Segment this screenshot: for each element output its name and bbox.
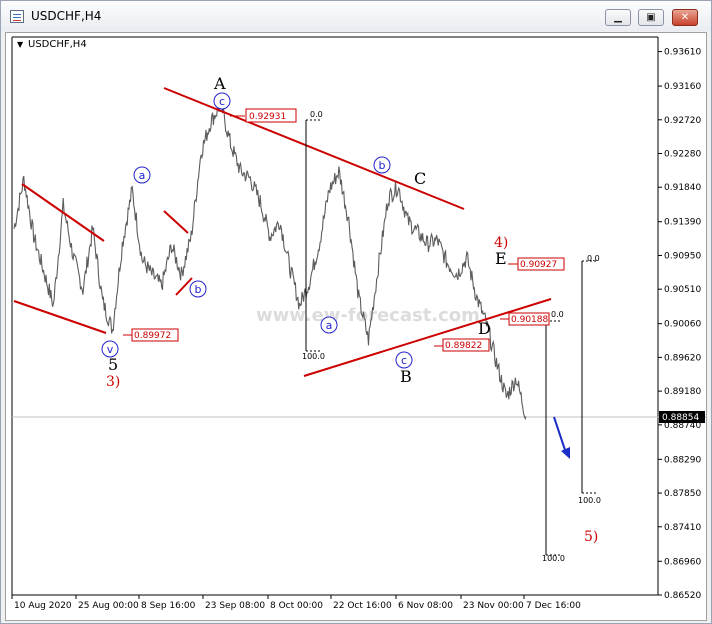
x-tick-label: 23 Nov 00:00 <box>463 601 524 611</box>
circle-b-left-text: b <box>195 283 202 296</box>
chart-symbol-label: USDCHF,H4 <box>28 39 87 50</box>
x-tick-label: 7 Dec 16:00 <box>526 601 581 611</box>
circle-v-text: v <box>107 343 114 356</box>
chart-area[interactable]: ▼ USDCHF,H4 www.ew-forecast.com 0.0 100.… <box>5 32 707 621</box>
symbol-triangle: ▼ <box>17 40 24 49</box>
circle-c-top-text: c <box>219 95 225 108</box>
wave-label-5-target: 5) <box>584 529 598 545</box>
price-series <box>13 97 527 421</box>
x-tick-label: 25 Aug 00:00 <box>78 601 139 611</box>
price-box-a-text: 0.92931 <box>249 112 286 122</box>
price-box-e-text: 0.90927 <box>520 260 557 270</box>
x-tick-label: 8 Oct 00:00 <box>270 601 323 611</box>
wave-label-4: 4) <box>494 235 508 251</box>
fib-label-2: 0.0 <box>551 310 564 319</box>
trendline-lower-left <box>13 300 107 334</box>
y-tick-label: 0.87850 <box>664 489 701 499</box>
title-bar[interactable]: USDCHF,H4 ▁ ▣ ✕ <box>1 1 711 31</box>
y-tick-label: 0.91390 <box>664 218 701 228</box>
wave-label-5: 5 <box>108 355 118 374</box>
circle-a-mid-text: a <box>326 319 333 332</box>
price-box-5-text: 0.89972 <box>134 331 171 341</box>
circle-a-left-text: a <box>139 169 146 182</box>
forecast-arrow <box>553 416 570 459</box>
window-title: USDCHF,H4 <box>31 9 102 23</box>
y-tick-label: 0.88290 <box>664 455 701 465</box>
y-tick-label: 0.92280 <box>664 150 701 160</box>
y-tick-label: 0.92720 <box>664 116 701 126</box>
x-tick-label: 22 Oct 16:00 <box>333 601 392 611</box>
price-chart: ▼ USDCHF,H4 www.ew-forecast.com 0.0 100.… <box>11 36 706 611</box>
chart-window: USDCHF,H4 ▁ ▣ ✕ ▼ USDCHF,H4 www.ew-forec… <box>0 0 712 624</box>
price-axis: 0.93610 0.93160 0.92720 0.92280 0.91840 0.913… <box>658 48 701 601</box>
minimize-button[interactable]: ▁ <box>605 9 631 26</box>
circle-c-mid-text: c <box>401 354 407 367</box>
y-tick-label: 0.89620 <box>664 353 701 363</box>
y-tick-label: 0.89180 <box>664 387 701 397</box>
y-tick-label: 0.90510 <box>664 285 701 295</box>
fib-label-0: 0.0 <box>310 110 323 119</box>
x-tick-label: 8 Sep 16:00 <box>141 601 196 611</box>
fib-label-3: 100.0 <box>542 554 565 563</box>
time-axis: 10 Aug 2020 25 Aug 00:00 8 Sep 16:00 23 Sep… <box>11 595 581 611</box>
x-tick-label: 6 Nov 08:00 <box>398 601 453 611</box>
circle-b-mid-text: b <box>379 159 386 172</box>
close-button[interactable]: ✕ <box>672 9 698 26</box>
y-tick-label: 0.90060 <box>664 320 701 330</box>
fib-label-5: 100.0 <box>578 496 601 505</box>
x-tick-label: 10 Aug 2020 <box>14 601 72 611</box>
price-box-b-text: 0.89822 <box>445 341 482 351</box>
trendline-triangle-upper <box>163 87 465 210</box>
price-line <box>13 97 527 421</box>
y-tick-label: 0.86520 <box>664 591 701 601</box>
fib-labels: 0.0 100.0 0.0 100.0 0.0 100.0 <box>302 110 601 563</box>
wave-label-A: A <box>213 74 226 93</box>
y-tick-label: 0.87410 <box>664 523 701 533</box>
wave-trendlines <box>13 87 552 377</box>
maximize-button[interactable]: ▣ <box>638 9 664 26</box>
trendline-small-a <box>163 210 189 234</box>
watermark-text: www.ew-forecast.com <box>256 305 480 326</box>
y-tick-label: 0.93610 <box>664 48 701 58</box>
fib-lines <box>305 119 598 556</box>
chart-window-icon <box>10 10 24 23</box>
wave-label-B: B <box>400 367 412 386</box>
current-price-text: 0.88854 <box>662 413 699 423</box>
y-tick-label: 0.90950 <box>664 251 701 261</box>
fib-label-4: 0.0 <box>587 254 600 263</box>
y-tick-label: 0.86960 <box>664 557 701 567</box>
wave-label-E: E <box>495 249 507 268</box>
wave-label-D: D <box>478 319 491 338</box>
trendline-upper-left <box>21 183 105 242</box>
wave-label-C: C <box>414 169 426 188</box>
y-tick-label: 0.93160 <box>664 82 701 92</box>
x-tick-label: 23 Sep 08:00 <box>205 601 265 611</box>
price-box-d-text: 0.90188 <box>511 315 548 325</box>
fib-label-1: 100.0 <box>302 352 325 361</box>
wave-label-3: 3) <box>106 374 120 390</box>
y-tick-label: 0.91840 <box>664 183 701 193</box>
trendline-small-b <box>175 277 193 296</box>
